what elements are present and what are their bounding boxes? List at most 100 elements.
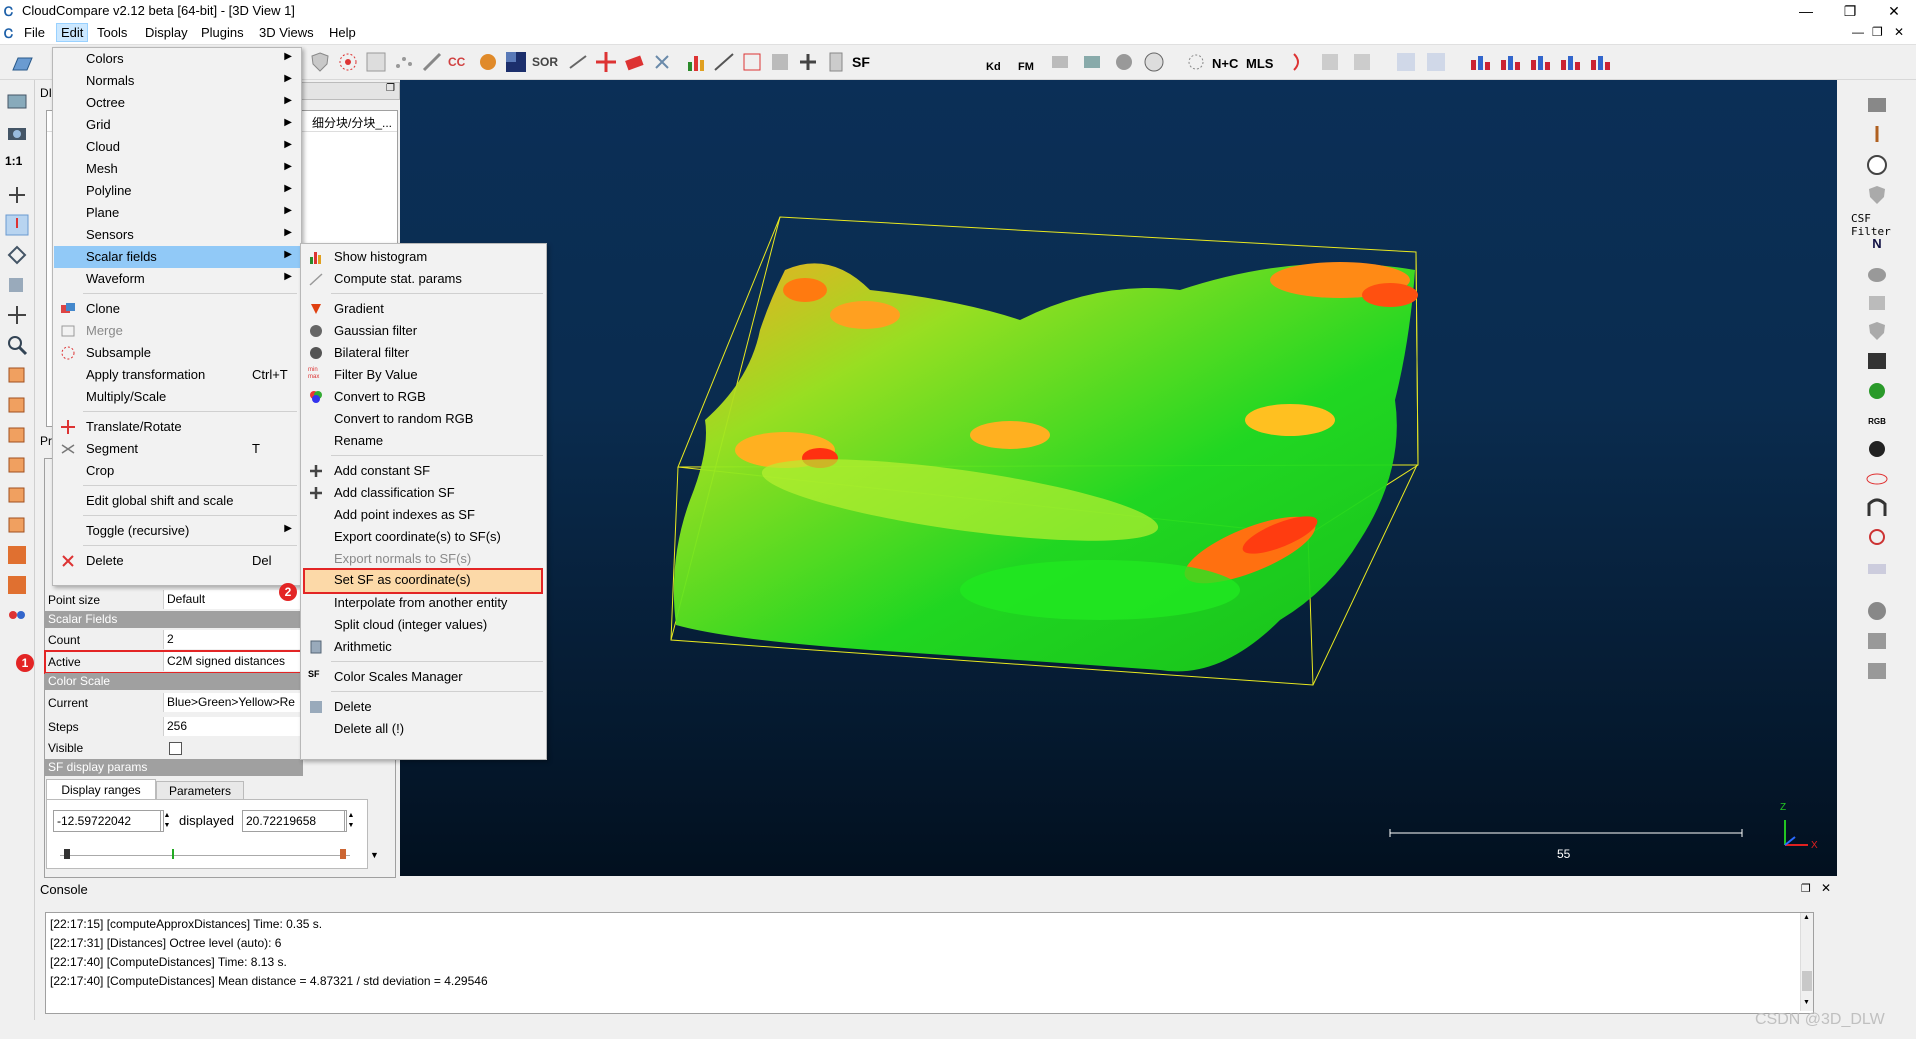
bar-chart2-icon[interactable] bbox=[1498, 50, 1522, 74]
range-max-input[interactable]: 20.72219658 bbox=[242, 810, 347, 832]
gradient-icon[interactable] bbox=[712, 50, 736, 74]
menu-item-plane[interactable]: Plane ▶ bbox=[54, 202, 300, 224]
console-scrollbar[interactable]: ▲ ▼ bbox=[1800, 913, 1813, 1011]
mdi-minimize-button[interactable]: — bbox=[1852, 25, 1864, 39]
sf-arithmetic-icon[interactable] bbox=[768, 50, 792, 74]
iso-back-icon[interactable] bbox=[5, 574, 29, 596]
shield-icon[interactable] bbox=[308, 50, 332, 74]
menu-plugins[interactable]: Plugins bbox=[197, 25, 248, 40]
translate-icon[interactable] bbox=[594, 50, 618, 74]
dock-float-icon[interactable]: ❐ bbox=[386, 83, 395, 94]
menu-item-octree[interactable]: Octree ▶ bbox=[54, 92, 300, 114]
bottom-view-icon[interactable] bbox=[5, 514, 29, 536]
console-close-icon[interactable]: ✕ bbox=[1821, 881, 1831, 895]
canupo-create-icon[interactable] bbox=[1394, 50, 1418, 74]
sample-points-icon[interactable] bbox=[336, 50, 360, 74]
mls-icon[interactable]: MLS bbox=[1246, 50, 1276, 74]
cc-icon[interactable]: CC bbox=[448, 50, 472, 74]
kd-tree-icon[interactable]: Kd bbox=[986, 50, 1010, 74]
fast-marching-icon[interactable]: FM bbox=[1018, 50, 1042, 74]
rgb-icon[interactable]: RGB bbox=[1865, 408, 1889, 430]
mdi-close-button[interactable]: ✕ bbox=[1894, 25, 1904, 39]
scroll-down-icon[interactable]: ▼ bbox=[1803, 999, 1810, 1006]
cube-view-icon[interactable] bbox=[5, 274, 29, 296]
move-icon[interactable] bbox=[5, 304, 29, 326]
bar-chart4-icon[interactable] bbox=[1558, 50, 1582, 74]
menu-display[interactable]: Display bbox=[141, 25, 192, 40]
tab-parameters[interactable]: Parameters bbox=[156, 781, 244, 801]
menu-item-gradient[interactable]: Gradient bbox=[302, 298, 545, 320]
pick-icon[interactable] bbox=[650, 50, 674, 74]
range-min-spinner[interactable]: ▲ ▼ bbox=[160, 811, 173, 831]
curve-icon[interactable] bbox=[1286, 50, 1310, 74]
menu-item-show-histogram[interactable]: Show histogram bbox=[302, 246, 545, 268]
menu-item-colors[interactable]: Colors ▶ bbox=[54, 48, 300, 70]
canupo-classify-icon[interactable] bbox=[1424, 50, 1448, 74]
menu-item-arithmetic[interactable]: Arithmetic bbox=[302, 636, 545, 658]
range-min-input[interactable]: -12.59722042 bbox=[53, 810, 164, 832]
range-slider-track[interactable] bbox=[60, 855, 350, 856]
menu-item-convert-to-random-rgb[interactable]: Convert to random RGB bbox=[302, 408, 545, 430]
add-sf-icon[interactable] bbox=[796, 50, 820, 74]
menu-item-sensors[interactable]: Sensors ▶ bbox=[54, 224, 300, 246]
stereo-icon[interactable] bbox=[5, 604, 29, 626]
display-icon[interactable] bbox=[5, 92, 29, 114]
scan-icon[interactable] bbox=[1865, 556, 1889, 578]
menu-item-edit-global-shift[interactable]: Edit global shift and scale bbox=[54, 490, 300, 512]
mesh-icon[interactable] bbox=[1048, 50, 1072, 74]
db-tree-tab[interactable]: DI bbox=[40, 86, 52, 100]
left-view-icon[interactable] bbox=[5, 424, 29, 446]
photo-icon[interactable] bbox=[1080, 50, 1104, 74]
normal-compute-icon[interactable]: N+C bbox=[1212, 50, 1242, 74]
hpr-icon[interactable] bbox=[1865, 264, 1889, 286]
color-scale-select[interactable]: Blue>Green>Yellow>Re bbox=[163, 693, 304, 712]
range-slider-max-handle[interactable] bbox=[340, 849, 346, 859]
menu-item-polyline[interactable]: Polyline ▶ bbox=[54, 180, 300, 202]
menu-tools[interactable]: Tools bbox=[93, 25, 131, 40]
menu-item-set-sf-as-coordinates[interactable]: Set SF as coordinate(s) bbox=[303, 568, 543, 594]
zoom-icon[interactable] bbox=[5, 334, 29, 356]
close-button[interactable]: ✕ bbox=[1872, 0, 1916, 22]
histogram-icon[interactable] bbox=[684, 50, 708, 74]
menu-item-interpolate[interactable]: Interpolate from another entity bbox=[302, 592, 545, 614]
menu-item-grid[interactable]: Grid ▶ bbox=[54, 114, 300, 136]
menu-file[interactable]: File bbox=[20, 25, 49, 40]
right-view-icon[interactable] bbox=[5, 484, 29, 506]
menu-item-merge[interactable]: Merge bbox=[54, 320, 300, 342]
filter-by-value-icon[interactable] bbox=[740, 50, 764, 74]
menu-item-add-classification-sf[interactable]: Add classification SF bbox=[302, 482, 545, 504]
scatter-icon[interactable] bbox=[392, 50, 416, 74]
console-float-icon[interactable]: ❐ bbox=[1801, 882, 1811, 895]
menu-item-clone[interactable]: Clone bbox=[54, 298, 300, 320]
green-poly-icon[interactable] bbox=[1865, 380, 1889, 402]
console-log[interactable]: [22:17:15] [computeApproxDistances] Time… bbox=[45, 912, 1814, 1014]
menu-help[interactable]: Help bbox=[325, 25, 360, 40]
bar-chart3-icon[interactable] bbox=[1528, 50, 1552, 74]
menu-item-export-coordinates[interactable]: Export coordinate(s) to SF(s) bbox=[302, 526, 545, 548]
menu-item-add-point-indexes[interactable]: Add point indexes as SF bbox=[302, 504, 545, 526]
globe-icon[interactable] bbox=[1142, 50, 1166, 74]
menu-item-normals[interactable]: Normals ▶ bbox=[54, 70, 300, 92]
shape-icon[interactable] bbox=[1318, 50, 1342, 74]
visible-checkbox[interactable] bbox=[169, 742, 182, 755]
menu-item-sf-delete-all[interactable]: Delete all (!) bbox=[302, 718, 545, 740]
scroll-thumb[interactable] bbox=[1802, 971, 1812, 991]
menu-item-compute-stat-params[interactable]: Compute stat. params bbox=[302, 268, 545, 290]
sphere-icon[interactable] bbox=[1112, 50, 1136, 74]
sample-mesh-icon[interactable] bbox=[476, 50, 500, 74]
brush-icon[interactable] bbox=[1865, 124, 1889, 146]
arch-icon[interactable] bbox=[1865, 496, 1889, 518]
front-view-icon[interactable] bbox=[5, 394, 29, 416]
radio-icon[interactable] bbox=[1865, 526, 1889, 548]
range-slider-min-handle[interactable] bbox=[64, 849, 70, 859]
crosshair-icon[interactable] bbox=[5, 184, 29, 206]
menu-item-export-normals[interactable]: Export normals to SF(s) bbox=[302, 548, 545, 570]
3d-view[interactable]: 55 Z X bbox=[400, 80, 1837, 876]
calculator-icon[interactable] bbox=[824, 50, 848, 74]
menu-item-split-cloud[interactable]: Split cloud (integer values) bbox=[302, 614, 545, 636]
minimize-button[interactable]: — bbox=[1784, 0, 1828, 22]
menu-item-segment[interactable]: Segment T bbox=[54, 438, 300, 460]
segment-tool-icon[interactable] bbox=[566, 50, 590, 74]
checker-icon[interactable] bbox=[504, 50, 528, 74]
menu-3d-views[interactable]: 3D Views bbox=[255, 25, 318, 40]
